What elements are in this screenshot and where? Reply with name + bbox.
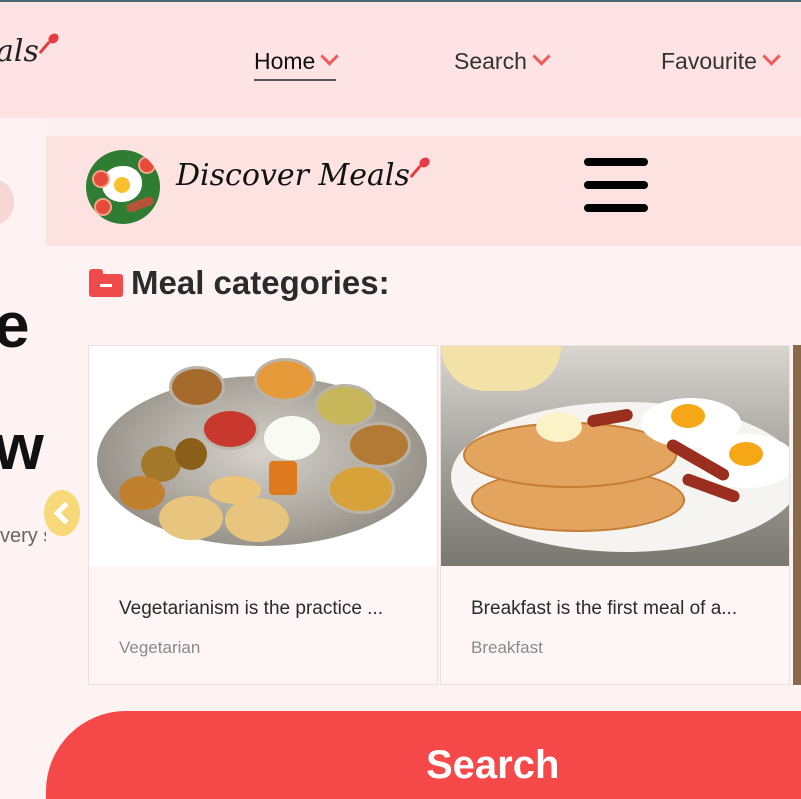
hero-heading-line2: wit xyxy=(0,411,46,483)
menu-bar xyxy=(584,158,648,166)
brand-logo[interactable]: Discover Meals xyxy=(176,158,430,193)
folder-minus-icon xyxy=(89,269,123,297)
nav-favourite-label: Favourite xyxy=(661,48,757,74)
section-title: Meal categories: xyxy=(89,264,390,302)
egg-yolk-shape xyxy=(114,177,130,193)
logo-avatar[interactable] xyxy=(86,150,160,224)
background-hero: e wit very s xyxy=(0,118,46,799)
tomato-shape xyxy=(92,170,110,188)
menu-icon[interactable] xyxy=(584,158,648,214)
search-section[interactable]: Search xyxy=(46,711,801,799)
spoon-icon xyxy=(41,34,59,52)
chevron-down-icon xyxy=(320,47,340,66)
card-category: Vegetarian xyxy=(119,638,201,657)
category-card-partial[interactable] xyxy=(793,345,801,685)
category-card-breakfast[interactable]: Breakfast is the first meal of a... Brea… xyxy=(440,345,790,685)
chevron-down-icon xyxy=(532,47,551,66)
chevron-down-icon xyxy=(762,47,781,66)
slider-prev-button[interactable] xyxy=(44,490,80,536)
search-heading: Search xyxy=(426,743,560,787)
vegetarian-image xyxy=(89,346,437,566)
category-carousel: Vegetarianism is the practice ... Vegeta… xyxy=(88,345,801,687)
hero-heading-line1: e xyxy=(0,289,30,361)
nav-search[interactable]: Search xyxy=(454,47,551,75)
tomato-shape xyxy=(138,156,156,174)
background-logo[interactable]: als xyxy=(0,34,59,69)
card-description: Vegetarianism is the practice ... xyxy=(119,598,384,619)
panel-header: Discover Meals xyxy=(46,136,801,246)
spoon-icon xyxy=(412,158,430,176)
nav-home-label: Home xyxy=(254,48,316,74)
section-heading: Meal categories: xyxy=(131,264,390,301)
menu-bar xyxy=(584,204,648,212)
hero-subtext: very s xyxy=(0,525,46,547)
menu-bar xyxy=(584,181,648,189)
card-category: Breakfast xyxy=(471,638,543,657)
background-logo-text: als xyxy=(0,34,39,69)
card-description: Breakfast is the first meal of a... xyxy=(471,598,738,619)
chevron-left-icon xyxy=(53,501,77,525)
nav-home[interactable]: Home xyxy=(254,47,340,81)
tomato-shape xyxy=(94,198,112,216)
nav-favourite[interactable]: Favourite xyxy=(661,47,781,75)
background-navbar: als Home Search Favourite xyxy=(0,0,801,118)
breakfast-image xyxy=(441,346,789,566)
mobile-view-panel: Discover Meals Meal categories: Vegetari… xyxy=(46,136,801,799)
brand-name: Discover Meals xyxy=(176,158,410,193)
decorative-circle xyxy=(0,180,14,224)
category-card-vegetarian[interactable]: Vegetarianism is the practice ... Vegeta… xyxy=(88,345,438,685)
nav-search-label: Search xyxy=(454,48,527,74)
